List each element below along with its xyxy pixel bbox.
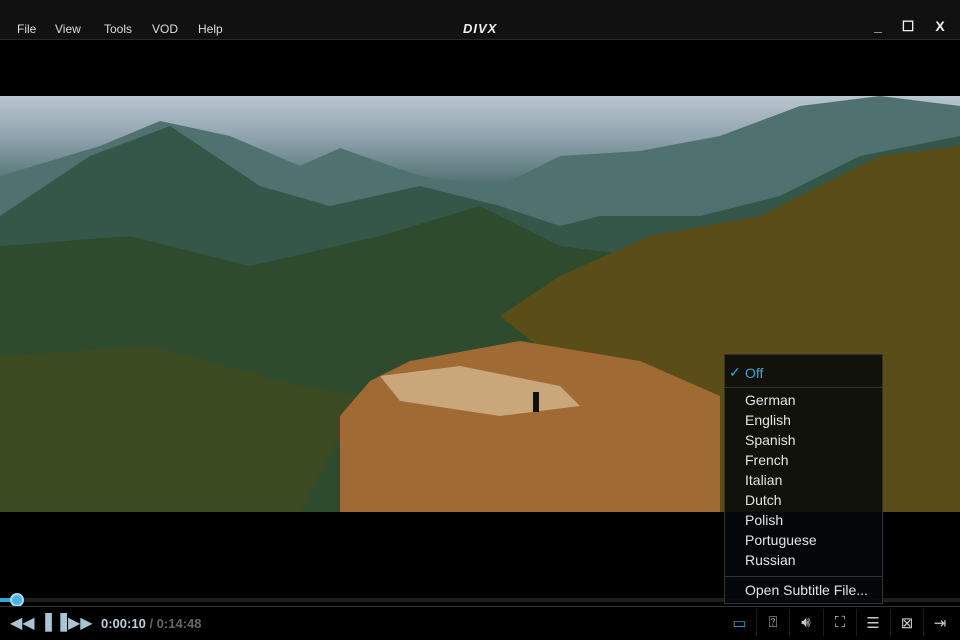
time-display: 0:00:10 / 0:14:48 <box>101 616 201 631</box>
maximize-button[interactable]: ☐ <box>898 18 918 35</box>
rewind-icon[interactable]: ◀◀ <box>10 613 35 633</box>
playlist-button[interactable]: ☰ <box>856 609 889 636</box>
audio-track-button[interactable]: ⍰ <box>756 609 789 636</box>
subtitle-menu: ✓ Off German English Spanish French Italian D… <box>724 354 883 604</box>
subtitle-option-portuguese[interactable]: Portuguese <box>745 532 817 548</box>
fast-forward-icon[interactable]: ▶▶ <box>68 613 93 633</box>
subtitle-option-italian[interactable]: Italian <box>745 472 782 488</box>
subtitle-option-french[interactable]: French <box>745 452 789 468</box>
subtitle-option-spanish[interactable]: Spanish <box>745 432 796 448</box>
menu-separator <box>725 387 882 388</box>
menu-separator <box>725 576 882 577</box>
subtitles-button[interactable]: ▭ <box>723 609 756 636</box>
close-button[interactable]: X <box>930 18 950 34</box>
audio-track-icon: ⍰ <box>768 614 778 631</box>
current-time: 0:00:10 <box>101 616 146 631</box>
fullscreen-button[interactable]: ⛶ <box>823 609 856 636</box>
subtitle-option-dutch[interactable]: Dutch <box>745 492 782 508</box>
subtitle-off-check-icon: ✓ <box>729 364 741 380</box>
subtitle-option-polish[interactable]: Polish <box>745 512 783 528</box>
divx-logo: DIVX <box>463 21 498 36</box>
seek-progress <box>0 598 11 602</box>
menu-file[interactable]: File <box>17 22 36 36</box>
subtitle-option-russian[interactable]: Russian <box>745 552 796 568</box>
menu-tools[interactable]: Tools <box>104 22 132 36</box>
total-time: / 0:14:48 <box>149 616 202 631</box>
subtitle-option-off[interactable]: Off <box>745 365 763 381</box>
playlist-icon: ☰ <box>866 614 880 632</box>
title-bar: File View Tools VOD Help DIVX _ ☐ X <box>0 0 960 40</box>
volume-button[interactable]: 🔊︎ <box>789 609 822 636</box>
mini-mode-button[interactable]: ⇥ <box>923 609 956 636</box>
seek-handle[interactable] <box>10 593 25 607</box>
menu-help[interactable]: Help <box>198 22 223 36</box>
menu-view[interactable]: View <box>55 22 81 36</box>
volume-icon: 🔊︎ <box>801 614 811 631</box>
minimize-button[interactable]: _ <box>868 18 888 34</box>
subtitle-option-german[interactable]: German <box>745 392 796 408</box>
cast-disconnected-icon: ⊠ <box>900 614 914 632</box>
pause-icon[interactable]: ❚❚ <box>41 611 71 632</box>
fullscreen-icon: ⛶ <box>834 614 846 631</box>
divider <box>0 606 960 607</box>
mini-mode-icon: ⇥ <box>933 614 947 632</box>
menu-vod[interactable]: VOD <box>152 22 178 36</box>
subtitles-icon: ▭ <box>732 614 747 632</box>
subtitle-option-english[interactable]: English <box>745 412 791 428</box>
open-subtitle-file[interactable]: Open Subtitle File... <box>745 582 868 598</box>
cast-button[interactable]: ⊠ <box>890 609 923 636</box>
